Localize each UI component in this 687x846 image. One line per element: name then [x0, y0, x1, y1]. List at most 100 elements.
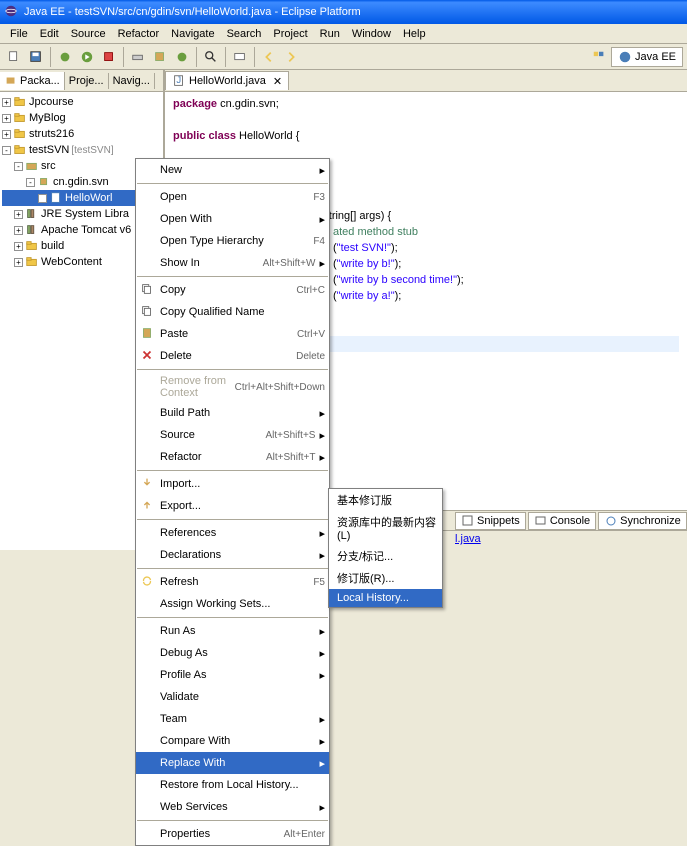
expand-icon[interactable]: +: [2, 98, 11, 107]
submenu-item[interactable]: Local History...: [329, 589, 442, 607]
menu-edit[interactable]: Edit: [34, 26, 65, 42]
blank-icon: [140, 162, 156, 178]
submenu-item[interactable]: 修订版(R)...: [329, 567, 442, 589]
blank-icon: [140, 733, 156, 749]
ctx-refresh[interactable]: RefreshF5: [136, 571, 329, 593]
menu-help[interactable]: Help: [397, 26, 432, 42]
menu-run[interactable]: Run: [314, 26, 346, 42]
tree-item[interactable]: +struts216: [2, 126, 161, 142]
expand-icon[interactable]: +: [14, 242, 23, 251]
chevron-right-icon: ▸: [319, 801, 325, 814]
copy-icon: [140, 304, 156, 320]
tree-label: Jpcourse: [29, 96, 74, 108]
submenu-item[interactable]: 分支/标记...: [329, 545, 442, 567]
editor-tab-helloworld[interactable]: J HelloWorld.java ✕: [165, 71, 289, 90]
menu-project[interactable]: Project: [267, 26, 313, 42]
expand-icon[interactable]: -: [2, 146, 11, 155]
ctx-compare-with[interactable]: Compare With▸: [136, 730, 329, 752]
run-ext-icon[interactable]: [99, 47, 119, 67]
ctx-export-[interactable]: Export...: [136, 495, 329, 517]
menu-source[interactable]: Source: [65, 26, 112, 42]
ctx-show-in[interactable]: Show InAlt+Shift+W▸: [136, 252, 329, 274]
tree-label: cn.gdin.svn: [53, 176, 109, 188]
expand-icon[interactable]: +: [2, 130, 11, 139]
run-icon[interactable]: [77, 47, 97, 67]
ctx-new[interactable]: New▸: [136, 159, 329, 181]
ctx-refactor[interactable]: RefactorAlt+Shift+T▸: [136, 446, 329, 468]
blank-icon: [140, 449, 156, 465]
nav-back-icon[interactable]: [259, 47, 279, 67]
expand-icon[interactable]: -: [26, 178, 35, 187]
tab-synchronize[interactable]: Synchronize: [598, 512, 687, 530]
menubar[interactable]: File Edit Source Refactor Navigate Searc…: [0, 24, 687, 44]
ctx-restore-from-local-history-[interactable]: Restore from Local History...: [136, 774, 329, 796]
refresh-icon: [140, 574, 156, 590]
toggle-icon[interactable]: [230, 47, 250, 67]
menu-window[interactable]: Window: [346, 26, 397, 42]
ctx-copy[interactable]: CopyCtrl+C: [136, 279, 329, 301]
menu-file[interactable]: File: [4, 26, 34, 42]
replace-with-submenu[interactable]: 基本修订版资源库中的最新内容(L)分支/标记...修订版(R)...Local …: [328, 488, 443, 608]
tab-snippets[interactable]: Snippets: [455, 512, 526, 530]
tree-item[interactable]: -testSVN [testSVN]: [2, 142, 161, 158]
console-link[interactable]: l.java: [455, 533, 481, 545]
tab-package-explorer[interactable]: Packa...: [0, 72, 65, 90]
ctx-build-path[interactable]: Build Path▸: [136, 402, 329, 424]
open-perspective-icon[interactable]: [589, 47, 609, 67]
tree-item[interactable]: +MyBlog: [2, 110, 161, 126]
ctx-references[interactable]: References▸: [136, 522, 329, 544]
menu-search[interactable]: Search: [221, 26, 268, 42]
tab-project-explorer[interactable]: Proje...: [65, 73, 109, 89]
tree-item[interactable]: + Jpcourse: [2, 94, 161, 110]
ctx-team[interactable]: Team▸: [136, 708, 329, 730]
blank-icon: [140, 189, 156, 205]
menu-navigate[interactable]: Navigate: [165, 26, 220, 42]
ctx-copy-qualified-name[interactable]: Copy Qualified Name: [136, 301, 329, 323]
save-icon[interactable]: [26, 47, 46, 67]
expand-icon[interactable]: +: [14, 258, 23, 267]
menu-refactor[interactable]: Refactor: [112, 26, 166, 42]
expand-icon[interactable]: +: [2, 114, 11, 123]
new-type-icon[interactable]: [172, 47, 192, 67]
ctx-web-services[interactable]: Web Services▸: [136, 796, 329, 818]
chevron-right-icon: ▸: [319, 647, 325, 660]
ctx-paste[interactable]: PasteCtrl+V: [136, 323, 329, 345]
window-titlebar: Java EE - testSVN/src/cn/gdin/svn/HelloW…: [0, 0, 687, 24]
ctx-delete[interactable]: DeleteDelete: [136, 345, 329, 367]
chevron-right-icon: ▸: [319, 625, 325, 638]
submenu-item[interactable]: 资源库中的最新内容(L): [329, 511, 442, 545]
blank-icon: [140, 689, 156, 705]
submenu-item[interactable]: 基本修订版: [329, 489, 442, 511]
close-icon[interactable]: ✕: [273, 75, 282, 88]
debug-icon[interactable]: [55, 47, 75, 67]
context-menu[interactable]: New▸ OpenF3Open With▸Open Type HierarchyF…: [135, 158, 330, 846]
ctx-replace-with[interactable]: Replace With▸: [136, 752, 329, 774]
ctx-assign-working-sets-[interactable]: Assign Working Sets...: [136, 593, 329, 615]
expand-icon[interactable]: +: [14, 210, 23, 219]
ctx-profile-as[interactable]: Profile As▸: [136, 664, 329, 686]
ctx-declarations[interactable]: Declarations▸: [136, 544, 329, 566]
ctx-run-as[interactable]: Run As▸: [136, 620, 329, 642]
new-server-icon[interactable]: [128, 47, 148, 67]
new-pkg-icon[interactable]: [150, 47, 170, 67]
nav-fwd-icon[interactable]: [281, 47, 301, 67]
tab-navigator[interactable]: Navig...: [109, 73, 155, 89]
chevron-right-icon: ▸: [319, 549, 325, 562]
ctx-properties[interactable]: PropertiesAlt+Enter: [136, 823, 329, 845]
perspective-javaee[interactable]: Java EE: [611, 47, 683, 67]
expand-icon[interactable]: +: [38, 194, 47, 203]
ctx-validate[interactable]: Validate: [136, 686, 329, 708]
new-icon[interactable]: [4, 47, 24, 67]
blank-icon: [140, 255, 156, 271]
ctx-debug-as[interactable]: Debug As▸: [136, 642, 329, 664]
ctx-open[interactable]: OpenF3: [136, 186, 329, 208]
ctx-source[interactable]: SourceAlt+Shift+S▸: [136, 424, 329, 446]
search-icon[interactable]: [201, 47, 221, 67]
expand-icon[interactable]: +: [14, 226, 23, 235]
blank-icon: [140, 667, 156, 683]
ctx-open-with[interactable]: Open With▸: [136, 208, 329, 230]
ctx-open-type-hierarchy[interactable]: Open Type HierarchyF4: [136, 230, 329, 252]
ctx-import-[interactable]: Import...: [136, 473, 329, 495]
expand-icon[interactable]: -: [14, 162, 23, 171]
tab-console[interactable]: Console: [528, 512, 596, 530]
